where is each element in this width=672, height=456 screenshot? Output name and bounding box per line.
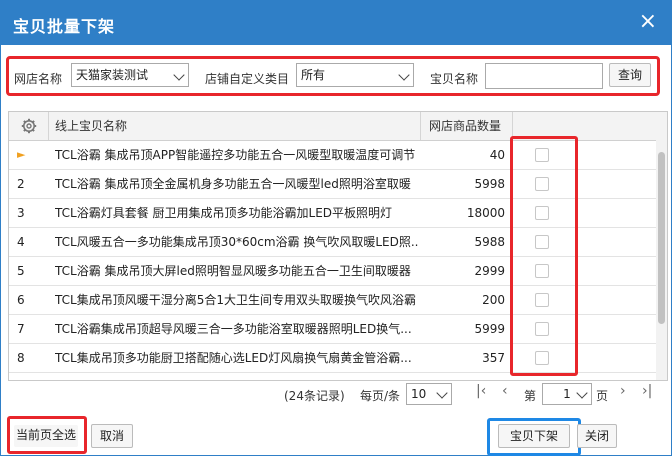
- chevron-down-icon: [576, 387, 588, 399]
- close-icon[interactable]: ×: [639, 11, 657, 33]
- column-header-quantity[interactable]: 网店商品数量: [421, 112, 513, 140]
- per-page-label: 每页/条: [360, 389, 401, 403]
- item-quantity: 200: [482, 293, 505, 307]
- item-name: TCL浴霸集成吊顶超导风暖三合一多功能浴室取暖器照明LED换气...: [55, 322, 412, 336]
- shop-name-label: 网店名称: [14, 72, 63, 86]
- page-prefix: 第: [524, 389, 537, 403]
- item-name: TCL集成吊顶多功能厨卫搭配随心选LED灯风扇换气扇黄金管浴霸...: [55, 351, 412, 365]
- category-value: 所有: [301, 68, 326, 82]
- delist-button[interactable]: 宝贝下架: [498, 424, 570, 448]
- page-suffix: 页: [596, 389, 609, 403]
- row-number: 4: [17, 235, 25, 249]
- cancel-button[interactable]: 取消: [91, 424, 133, 448]
- item-name: TCL浴霸 集成吊顶全金属机身多功能五合一风暖型led照明浴室取暖: [55, 177, 411, 191]
- item-name: TCL浴霸 集成吊顶大屏led照明智显风暖多功能五合一卫生间取暖器: [55, 264, 411, 278]
- row-number: 7: [17, 322, 25, 336]
- item-quantity: 5998: [474, 177, 505, 191]
- row-number: 6: [17, 293, 25, 307]
- category-label: 店铺自定义类目: [205, 72, 290, 86]
- item-name: TCL浴霸灯具套餐 厨卫用集成吊顶多功能浴霸加LED平板照明灯: [55, 206, 393, 220]
- prev-page-icon[interactable]: ‹: [502, 383, 508, 399]
- chevron-down-icon: [173, 69, 185, 81]
- scrollbar-thumb[interactable]: [658, 152, 665, 324]
- filter-bar: 网店名称 天猫家装测试 店铺自定义类目 所有 宝贝名称 查询: [6, 56, 660, 96]
- item-quantity: 357: [482, 351, 505, 365]
- shop-name-select[interactable]: 天猫家装测试: [71, 63, 189, 87]
- item-name: TCL风暖五合一多功能集成吊顶30*60cm浴霸 换气吹风取暖LED照...: [55, 235, 419, 249]
- select-current-page-button[interactable]: 当前页全选: [14, 425, 78, 447]
- row-number: 3: [17, 206, 25, 220]
- batch-delist-dialog: 宝贝批量下架 × 网店名称 天猫家装测试 店铺自定义类目 所有 宝贝名称 查询: [0, 0, 672, 456]
- checkbox-column-highlight: [510, 136, 578, 376]
- item-name: TCL集成吊顶风暖干湿分离5合1大卫生间专用双头取暖换气吹风浴霸: [55, 293, 416, 307]
- chevron-down-icon: [436, 387, 448, 399]
- record-count: (24条记录): [284, 389, 345, 403]
- page-number-value: 1: [563, 387, 571, 401]
- item-name-input[interactable]: [485, 63, 603, 89]
- item-name: TCL浴霸 集成吊顶APP智能遥控多功能五合一风暖型取暖温度可调节: [55, 148, 416, 162]
- item-quantity: 40: [489, 148, 505, 162]
- item-name-label: 宝贝名称: [430, 72, 479, 86]
- page-number-input[interactable]: 1: [542, 383, 592, 405]
- vertical-scrollbar[interactable]: [656, 140, 667, 380]
- pagination-bar: (24条记录) 每页/条 10 |‹ ‹ 第 1 页 › ›|: [8, 381, 666, 407]
- column-header-item-name[interactable]: 线上宝贝名称: [49, 112, 421, 140]
- dialog-titlebar: 宝贝批量下架 ×: [1, 1, 671, 45]
- query-button[interactable]: 查询: [609, 63, 651, 87]
- grid-settings-cell[interactable]: [9, 112, 49, 140]
- row-number: 8: [17, 351, 25, 365]
- row-number: 5: [17, 264, 25, 278]
- next-page-icon[interactable]: ›: [620, 383, 626, 399]
- per-page-value: 10: [411, 387, 427, 401]
- row-number: 2: [17, 177, 25, 191]
- item-quantity: 2999: [474, 264, 505, 278]
- last-page-icon[interactable]: ›|: [642, 383, 652, 399]
- first-page-icon[interactable]: |‹: [476, 383, 486, 399]
- shop-name-value: 天猫家装测试: [76, 68, 149, 82]
- current-row-marker-icon: ►: [17, 148, 26, 161]
- close-button[interactable]: 关闭: [577, 424, 617, 448]
- item-quantity: 5988: [474, 235, 505, 249]
- chevron-down-icon: [398, 69, 410, 81]
- item-quantity: 5999: [474, 322, 505, 336]
- gear-icon: [21, 118, 37, 134]
- per-page-select[interactable]: 10: [406, 383, 452, 405]
- dialog-title: 宝贝批量下架: [13, 17, 116, 36]
- category-select[interactable]: 所有: [296, 63, 414, 87]
- item-quantity: 18000: [466, 206, 505, 220]
